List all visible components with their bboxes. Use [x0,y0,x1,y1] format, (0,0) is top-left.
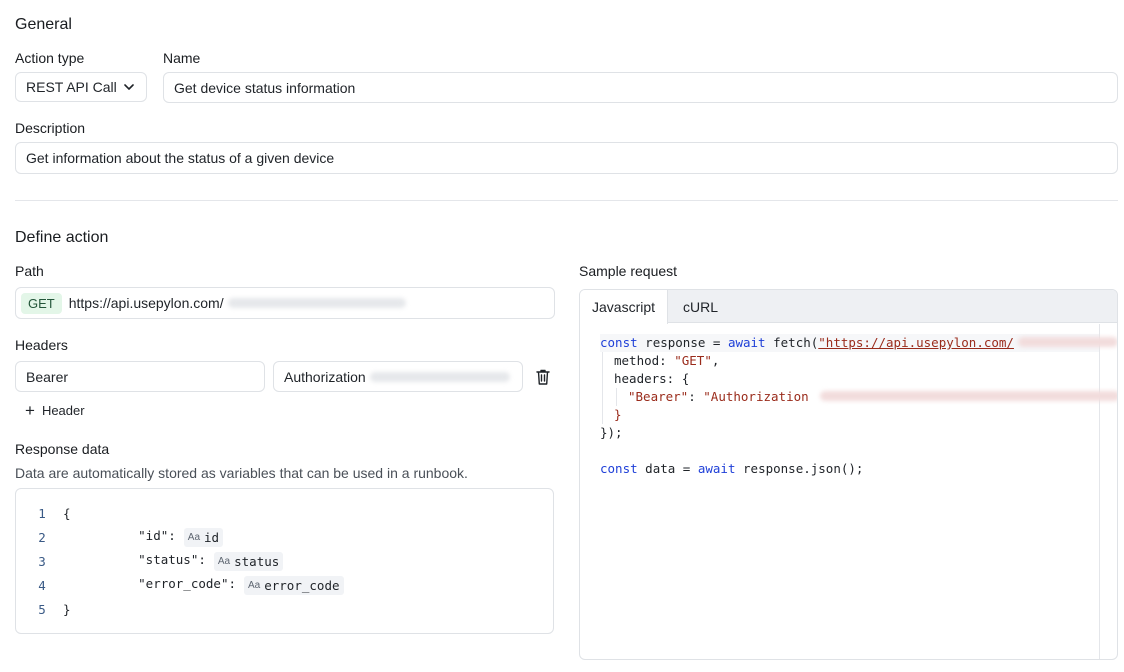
variable-name: error_code [264,577,340,593]
code-line: "Bearer": "Authorization [628,388,1117,406]
tab-curl[interactable]: cURL [671,290,730,323]
chevron-down-icon [124,84,134,90]
code-text: "error_code": [138,575,236,591]
headers-label: Headers [15,337,68,353]
add-header-button[interactable]: + Header [25,402,85,419]
general-heading: General [15,16,72,33]
indent-guide [602,352,603,424]
path-label: Path [15,263,44,279]
variable-chip[interactable]: Aa error_code [244,575,344,595]
code-line: }); [600,425,623,440]
code-line: } [614,407,622,422]
tab-javascript[interactable]: Javascript [580,290,669,324]
code-line: method: "GET", [614,353,720,368]
action-type-select[interactable]: REST API Call [15,72,147,102]
code-line: const data = await response.json(); [600,461,864,476]
response-data-label: Response data [15,441,110,457]
description-input[interactable]: Get information about the status of a gi… [15,142,1118,174]
response-editor[interactable]: 1 { 2 "id": Aa id 3 "status": Aa status 4 "e… [15,488,554,634]
sample-request-panel: Javascript cURL const response = await f… [579,289,1118,660]
path-value: https://api.usepylon.com/ [68,295,224,311]
text-type-icon: Aa [248,579,261,591]
line-number: 2 [38,529,46,545]
code-line: const response = await fetch("https://ap… [600,334,1117,352]
line-number: 1 [38,505,46,521]
trash-icon[interactable] [535,368,551,386]
code-line: headers: { [614,371,690,386]
plus-icon: + [25,401,35,420]
header-value-text: Authorization [284,368,366,385]
description-label: Description [15,120,86,136]
path-input[interactable]: GET https://api.usepylon.com/ [15,287,555,319]
name-label: Name [163,50,201,66]
description-value: Get information about the status of a gi… [26,150,335,166]
name-value: Get device status information [174,79,356,96]
redacted-path [227,298,406,308]
method-badge[interactable]: GET [21,292,62,314]
sample-request-label: Sample request [579,263,678,279]
line-number: 5 [38,601,46,617]
response-data-description: Data are automatically stored as variabl… [15,465,468,481]
add-header-label: Header [41,403,85,418]
indent-guide [616,388,617,406]
section-divider [15,200,1118,201]
redacted-token [369,371,510,382]
header-key-value: Bearer [26,368,69,385]
action-type-label: Action type [15,50,85,66]
define-action-heading: Define action [15,229,109,246]
code-text: } [63,601,71,617]
name-input[interactable]: Get device status information [163,72,1118,103]
line-number: 3 [38,553,46,569]
sample-code[interactable]: const response = await fetch("https://ap… [580,324,1117,659]
editor-scroll-edge [1099,324,1100,659]
code-text: { [63,505,71,521]
sample-tabs: Javascript cURL [580,290,1117,324]
line-number: 4 [38,577,46,593]
header-value-input[interactable]: Authorization [273,361,523,392]
header-key-input[interactable]: Bearer [15,361,265,392]
action-type-value: REST API Call [26,79,117,95]
